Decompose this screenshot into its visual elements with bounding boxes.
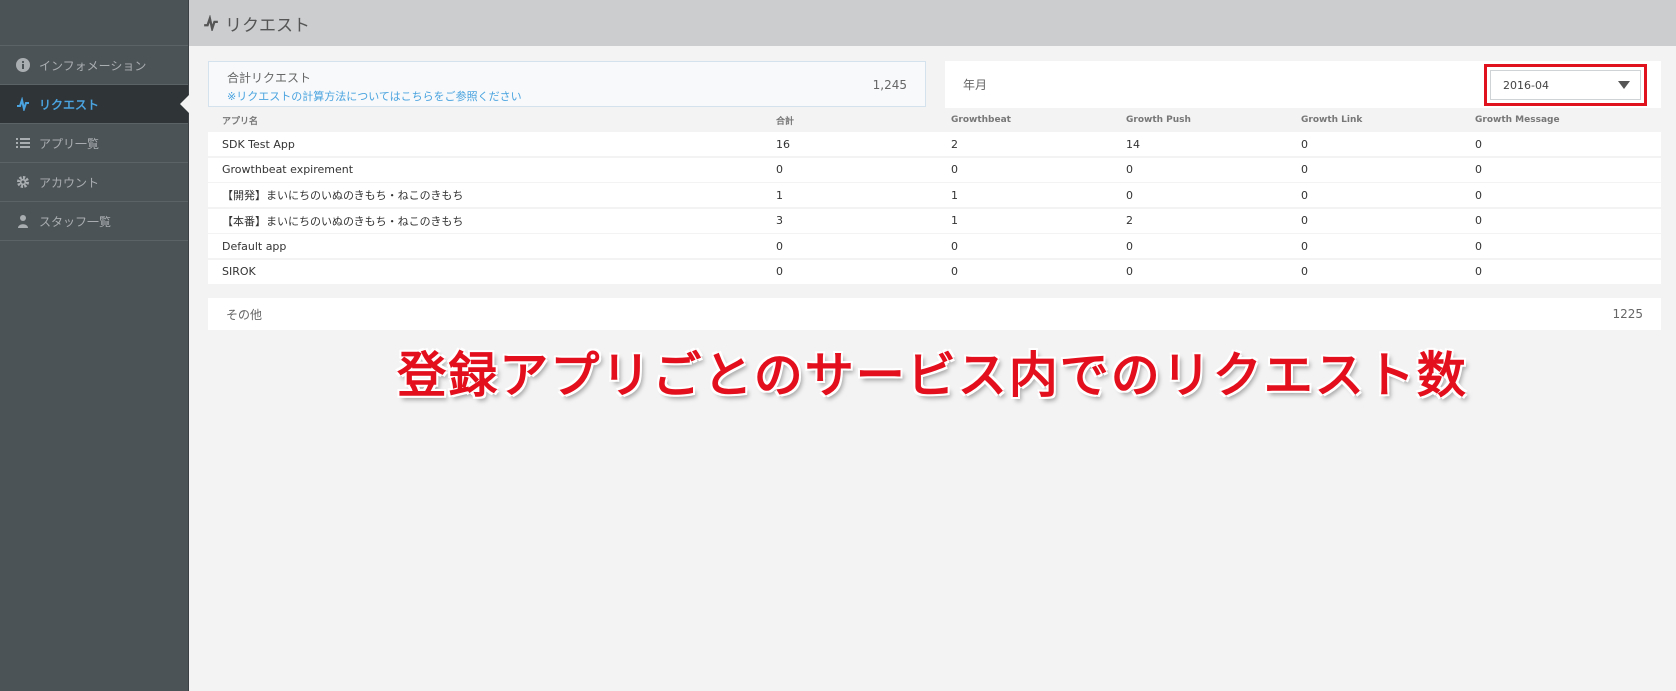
cell-total: 3 (776, 214, 783, 227)
cell-growth-message: 0 (1475, 163, 1482, 176)
cell-growthbeat: 2 (951, 137, 958, 151)
page-header: リクエスト (189, 0, 1676, 46)
annotation-caption: 登録アプリごとのサービス内でのリクエスト数 (397, 347, 1468, 404)
cell-growthbeat: 0 (951, 265, 958, 278)
other-value: 1225 (1612, 307, 1643, 321)
total-requests-value: 1,245 (872, 78, 907, 92)
activity-icon (16, 97, 30, 111)
table-row: 【開発】まいにちのいぬのきもち・ねこのきもち 1 1 0 0 0 (208, 183, 1661, 207)
cell-growth-message: 0 (1475, 265, 1482, 278)
header-app-name: アプリ名 (222, 116, 259, 127)
table-row: Growthbeat expirement 0 0 0 0 0 (208, 157, 1661, 182)
caret-down-icon (1618, 81, 1630, 89)
table-header: アプリ名 合計 Growthbeat Growth Push Growth Li… (208, 108, 1661, 132)
cell-total: 0 (776, 265, 783, 278)
table-row: SDK Test App 16 2 14 0 0 (208, 132, 1661, 156)
cell-growth-link: 0 (1301, 265, 1308, 278)
gear-icon (16, 175, 30, 189)
table-row: SIROK 0 0 0 0 0 (208, 259, 1661, 284)
cell-growthbeat: 0 (951, 163, 958, 176)
cell-growth-message: 0 (1475, 214, 1482, 227)
sidebar-item-request[interactable]: リクエスト (0, 85, 189, 124)
month-select[interactable]: 2016-04 (1490, 70, 1641, 100)
cell-growth-link: 0 (1301, 188, 1308, 202)
total-requests-panel: 合計リクエスト ※リクエストの計算方法についてはこちらをご参照ください 1,24… (208, 61, 926, 107)
cell-growth-link: 0 (1301, 239, 1308, 253)
sidebar-item-label: リクエスト (39, 97, 100, 112)
cell-growth-push: 2 (1126, 214, 1133, 227)
header-total: 合計 (776, 116, 795, 127)
header-growth-link: Growth Link (1301, 115, 1363, 125)
other-label: その他 (226, 307, 263, 322)
total-requests-label: 合計リクエスト (227, 71, 312, 85)
cell-growth-message: 0 (1475, 188, 1482, 202)
cell-total: 0 (776, 239, 783, 253)
cell-growthbeat: 1 (951, 214, 958, 227)
cell-app-name: Growthbeat expirement (222, 163, 354, 176)
cell-growth-link: 0 (1301, 163, 1308, 176)
cell-growthbeat: 0 (951, 239, 958, 253)
month-filter-panel: 年月 2016-04 (945, 61, 1661, 108)
cell-growth-push: 0 (1126, 163, 1133, 176)
sidebar-item-staff[interactable]: スタッフ一覧 (0, 202, 188, 241)
cell-growth-message: 0 (1475, 239, 1482, 253)
table-row: 【本番】まいにちのいぬのきもち・ねこのきもち 3 1 2 0 0 (208, 208, 1661, 233)
sidebar-item-label: スタッフ一覧 (39, 214, 112, 229)
cell-growth-push: 0 (1126, 239, 1133, 253)
user-icon (16, 214, 30, 228)
sidebar: インフォメーション リクエスト アプリ一覧 アカウント スタッフ一覧 (0, 0, 189, 691)
cell-app-name: 【本番】まいにちのいぬのきもち・ねこのきもち (222, 214, 464, 228)
requests-table: アプリ名 合計 Growthbeat Growth Push Growth Li… (208, 108, 1661, 285)
cell-total: 0 (776, 163, 783, 176)
sidebar-logo-area (0, 0, 188, 46)
calculation-help-link[interactable]: ※リクエストの計算方法についてはこちらをご参照ください (227, 88, 907, 104)
sidebar-item-information[interactable]: インフォメーション (0, 46, 188, 85)
sidebar-item-label: インフォメーション (39, 58, 147, 73)
cell-growth-link: 0 (1301, 137, 1308, 151)
other-requests-row: その他 1225 (208, 298, 1661, 330)
activity-icon (203, 15, 219, 31)
cell-growth-message: 0 (1475, 137, 1482, 151)
cell-growth-push: 0 (1126, 265, 1133, 278)
month-filter-label: 年月 (963, 78, 988, 92)
cell-growth-link: 0 (1301, 214, 1308, 227)
header-growth-message: Growth Message (1475, 115, 1560, 125)
cell-growth-push: 0 (1126, 188, 1133, 202)
cell-growthbeat: 1 (951, 188, 958, 202)
sidebar-item-apps[interactable]: アプリ一覧 (0, 124, 188, 163)
sidebar-item-label: アカウント (39, 175, 100, 190)
sidebar-item-label: アプリ一覧 (39, 136, 100, 151)
sidebar-item-account[interactable]: アカウント (0, 163, 188, 202)
month-select-highlight: 2016-04 (1484, 64, 1647, 106)
table-row: Default app 0 0 0 0 0 (208, 234, 1661, 258)
cell-growth-push: 14 (1126, 137, 1140, 151)
list-icon (16, 136, 30, 150)
info-icon (16, 58, 30, 72)
cell-app-name: SIROK (222, 265, 256, 278)
cell-app-name: Default app (222, 239, 287, 253)
cell-app-name: SDK Test App (222, 137, 295, 151)
cell-total: 16 (776, 137, 790, 151)
cell-total: 1 (776, 188, 783, 202)
page-title: リクエスト (225, 15, 310, 36)
month-select-value: 2016-04 (1503, 78, 1549, 92)
cell-app-name: 【開発】まいにちのいぬのきもち・ねこのきもち (222, 189, 464, 202)
header-growth-push: Growth Push (1126, 115, 1191, 125)
header-growthbeat: Growthbeat (951, 115, 1011, 125)
